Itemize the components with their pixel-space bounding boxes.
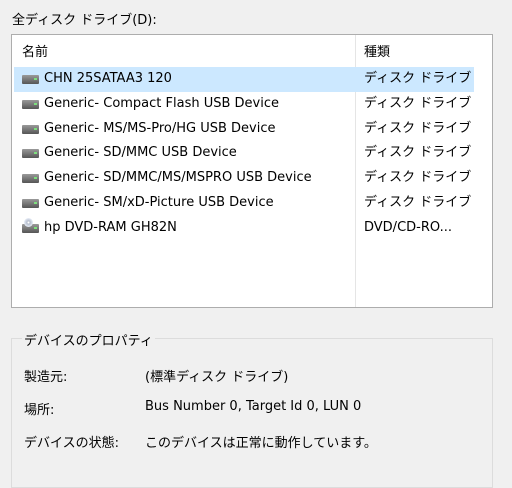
table-row[interactable]: Generic- SD/MMC USB Device ディスク ドライブ — [12, 141, 492, 166]
column-header-type[interactable]: 種類 — [364, 41, 390, 60]
table-row[interactable]: Generic- SM/xD-Picture USB Device ディスク ド… — [12, 191, 492, 216]
table-row[interactable]: Generic- Compact Flash USB Device ディスク ド… — [12, 92, 492, 117]
dvd-drive-icon — [22, 217, 39, 233]
column-header-name[interactable]: 名前 — [22, 41, 48, 60]
drive-type: ディスク ドライブ — [364, 170, 472, 186]
hard-drive-icon — [22, 124, 39, 134]
drive-type: ディスク ドライブ — [364, 120, 472, 136]
drive-name: Generic- SM/xD-Picture USB Device — [44, 194, 274, 210]
drive-name: Generic- MS/MS-Pro/HG USB Device — [44, 120, 276, 136]
hard-drive-icon — [22, 149, 39, 159]
table-row[interactable]: CHN 25SATAA3 120 ディスク ドライブ — [14, 67, 474, 92]
hard-drive-icon — [22, 99, 39, 109]
list-rows: CHN 25SATAA3 120 ディスク ドライブ Generic- Comp… — [12, 67, 492, 241]
location-value: Bus Number 0, Target Id 0, LUN 0 — [145, 399, 362, 414]
drive-type: ディスク ドライブ — [364, 194, 472, 210]
list-header: 名前 種類 — [12, 35, 492, 61]
drives-section-label: 全ディスク ドライブ(D): — [12, 13, 157, 28]
table-row[interactable]: Generic- MS/MS-Pro/HG USB Device ディスク ドラ… — [12, 117, 492, 142]
manufacturer-value: (標準ディスク ドライブ) — [145, 370, 289, 385]
drives-list[interactable]: 名前 種類 CHN 25SATAA3 120 ディスク ドライブ Generic… — [11, 34, 493, 308]
drive-name: Generic- SD/MMC USB Device — [44, 145, 237, 161]
hard-drive-icon — [22, 174, 39, 184]
device-status-value: このデバイスは正常に動作しています。 — [145, 436, 377, 451]
manufacturer-label: 製造元: — [24, 370, 68, 385]
hard-drive-icon — [22, 198, 39, 208]
drive-type: ディスク ドライブ — [364, 71, 472, 86]
drive-type: ディスク ドライブ — [364, 145, 472, 161]
drive-type: DVD/CD-RO... — [364, 219, 452, 235]
drive-type: ディスク ドライブ — [364, 95, 472, 111]
drive-name: hp DVD-RAM GH82N — [44, 219, 177, 235]
drive-name: CHN 25SATAA3 120 — [44, 71, 172, 86]
device-status-label: デバイスの状態: — [24, 436, 119, 451]
hard-drive-icon — [22, 75, 39, 84]
location-label: 場所: — [24, 403, 55, 418]
table-row[interactable]: hp DVD-RAM GH82N DVD/CD-RO... — [12, 216, 492, 241]
drive-name: Generic- SD/MMC/MS/MSPRO USB Device — [44, 170, 312, 186]
drive-name: Generic- Compact Flash USB Device — [44, 95, 280, 111]
table-row[interactable]: Generic- SD/MMC/MS/MSPRO USB Device ディスク… — [12, 166, 492, 191]
device-properties-title: デバイスのプロパティ — [22, 330, 155, 349]
